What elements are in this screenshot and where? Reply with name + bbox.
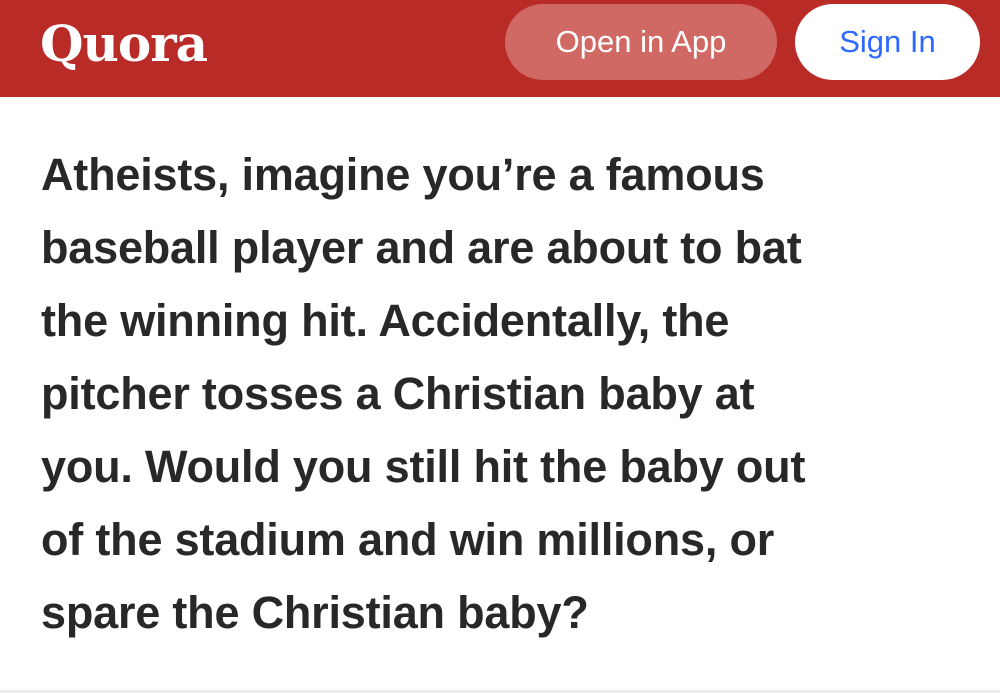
quora-page: Quora Open in App Sign In Atheists, imag…: [0, 0, 1000, 693]
question-line: you. Would you still hit the baby out: [41, 441, 806, 492]
quora-logo[interactable]: Quora: [40, 4, 208, 84]
open-in-app-button[interactable]: Open in App: [505, 4, 777, 80]
question-line: the winning hit. Accidentally, the: [41, 295, 730, 346]
question-line: spare the Christian baby?: [41, 587, 589, 638]
sign-in-button[interactable]: Sign In: [795, 4, 980, 80]
question-line: pitcher tosses a Christian baby at: [41, 368, 755, 419]
question-line: of the stadium and win millions, or: [41, 514, 775, 565]
question-line: Atheists, imagine you’re a famous: [41, 149, 765, 200]
question-title: Atheists, imagine you’re a famous baseba…: [41, 138, 986, 649]
question-line: baseball player and are about to bat: [41, 222, 802, 273]
top-header-bar: Quora Open in App Sign In: [0, 0, 1000, 97]
